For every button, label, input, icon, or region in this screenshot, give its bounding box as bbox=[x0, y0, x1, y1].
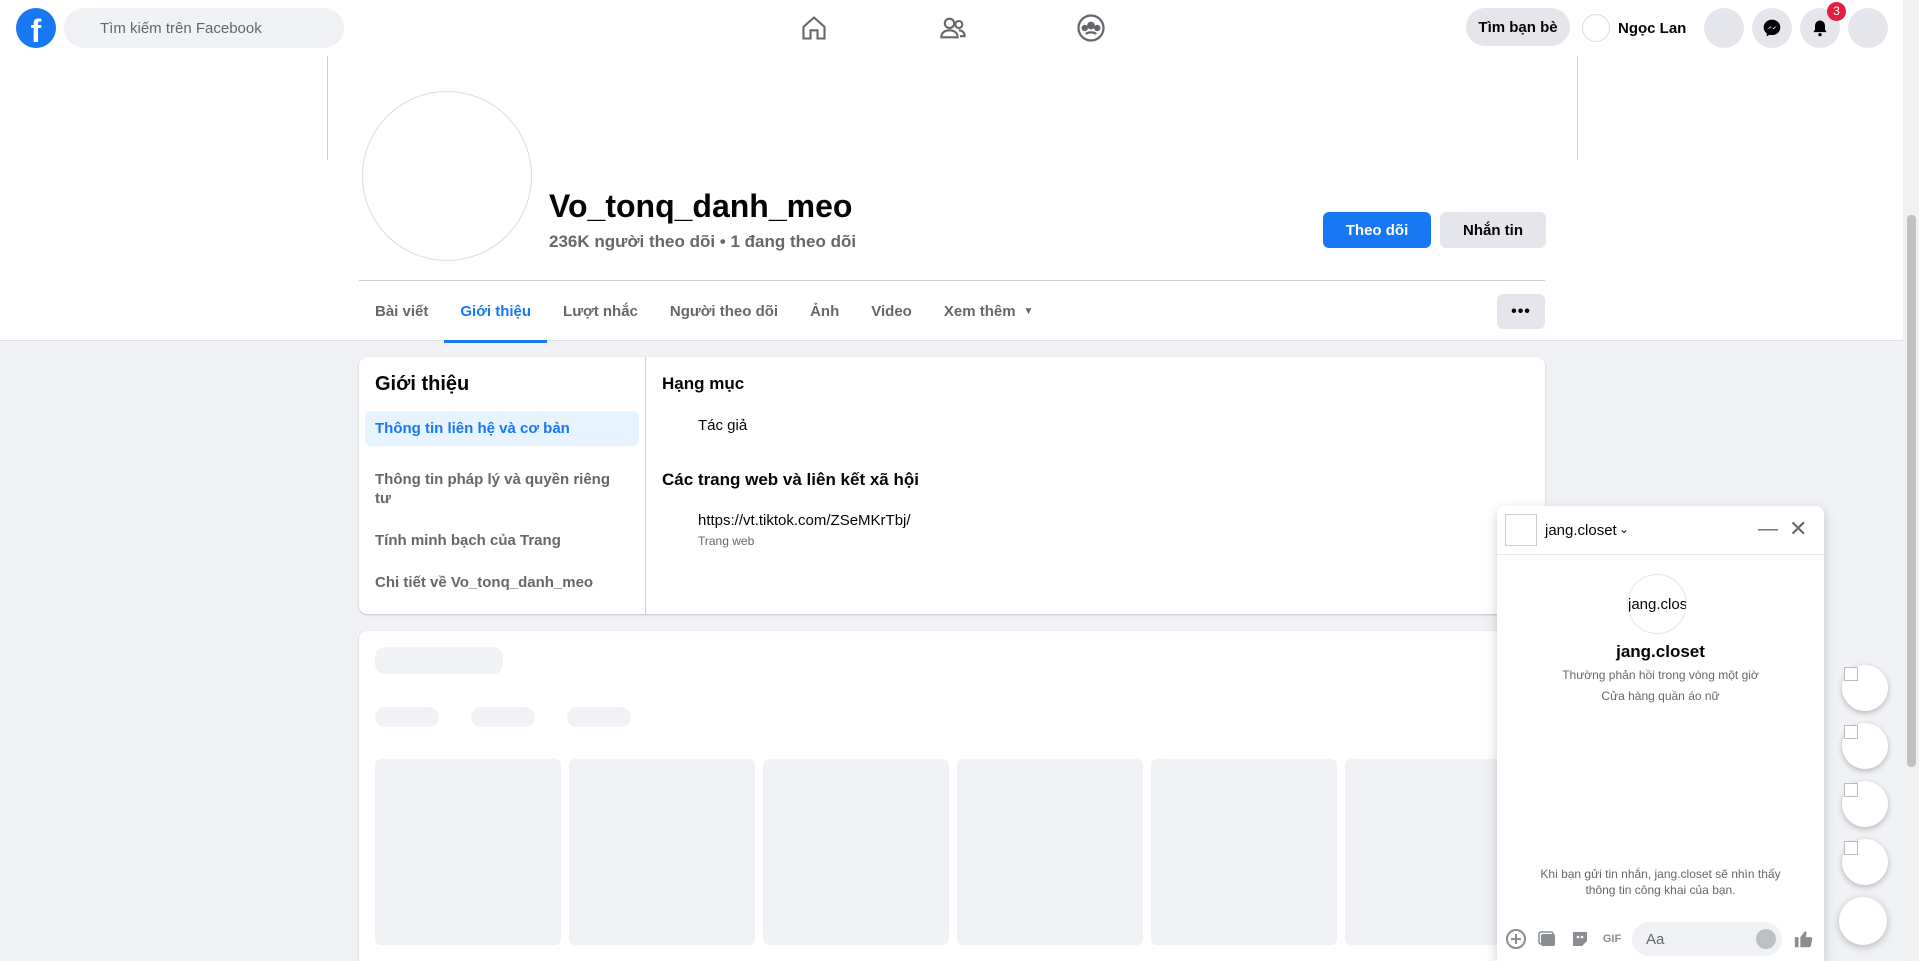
chat-window: jang.closet ⌄ — ✕ jang.clos jang.closet … bbox=[1497, 506, 1824, 961]
chat-name[interactable]: jang.closet bbox=[1545, 522, 1617, 539]
category-value: Tác giả bbox=[698, 417, 748, 434]
chat-head-avatar[interactable] bbox=[1842, 665, 1888, 711]
cover-border bbox=[327, 56, 328, 160]
chat-response-time: Thường phản hồi trong vòng một giờ bbox=[1562, 668, 1759, 682]
about-nav-contact[interactable]: Thông tin liên hệ và cơ bản bbox=[365, 411, 639, 446]
about-nav-details[interactable]: Chi tiết về Vo_tonq_danh_meo bbox=[365, 565, 639, 600]
emoji-icon[interactable] bbox=[1756, 929, 1776, 949]
new-message-button[interactable] bbox=[1839, 897, 1887, 945]
profile-name: Vo_tonq_danh_meo bbox=[549, 188, 853, 224]
category-icon bbox=[672, 415, 692, 435]
home-icon[interactable] bbox=[798, 12, 830, 44]
minimize-icon[interactable]: — bbox=[1758, 518, 1778, 541]
close-icon[interactable]: ✕ bbox=[1789, 516, 1807, 542]
chat-profile-avatar[interactable]: jang.clos bbox=[1627, 574, 1687, 634]
groups-icon[interactable] bbox=[1075, 12, 1107, 44]
chat-notice: Khi bạn gửi tin nhắn, jang.closet sẽ nhì… bbox=[1540, 867, 1781, 897]
friends-icon[interactable] bbox=[937, 12, 969, 44]
profile-avatar[interactable] bbox=[362, 91, 532, 261]
skeleton-tile bbox=[569, 759, 755, 945]
chat-message-input[interactable] bbox=[1632, 922, 1742, 956]
follow-button[interactable]: Theo dõi bbox=[1323, 212, 1431, 248]
about-nav-legal[interactable]: Thông tin pháp lý và quyền riêng tư bbox=[365, 462, 639, 516]
chat-head-avatar[interactable] bbox=[1842, 723, 1888, 769]
notifications-bell-icon[interactable]: 3 bbox=[1800, 2, 1846, 48]
chat-profile-name: jang.closet bbox=[1616, 642, 1705, 661]
skeleton-bar bbox=[375, 647, 503, 674]
search-box[interactable] bbox=[64, 8, 344, 48]
chat-avatar[interactable] bbox=[1505, 514, 1537, 546]
tab-mentions[interactable]: Lượt nhắc bbox=[547, 281, 654, 341]
category-title: Hạng mục bbox=[662, 374, 745, 393]
more-options-button[interactable]: ••• bbox=[1497, 294, 1545, 329]
message-button[interactable]: Nhắn tin bbox=[1440, 212, 1546, 248]
scrollbar-thumb[interactable] bbox=[1907, 215, 1916, 767]
skeleton-bar bbox=[567, 707, 631, 727]
like-thumb-icon[interactable] bbox=[1793, 928, 1815, 950]
profile-tabs: Bài viết Giới thiệu Lượt nhắc Người theo… bbox=[359, 281, 1050, 343]
skeleton-bar bbox=[471, 707, 535, 727]
user-name: Ngọc Lan bbox=[1618, 19, 1687, 37]
chat-input-box[interactable] bbox=[1632, 922, 1782, 956]
chat-description: Cửa hàng quần áo nữ bbox=[1601, 689, 1720, 703]
tab-followers[interactable]: Người theo dõi bbox=[654, 281, 794, 341]
about-title: Giới thiệu bbox=[375, 373, 470, 395]
skeleton-tile bbox=[957, 759, 1143, 945]
link-type: Trang web bbox=[698, 534, 755, 548]
chat-composer: GIF bbox=[1497, 916, 1824, 960]
photo-icon[interactable] bbox=[1537, 928, 1559, 950]
user-profile-chip[interactable]: Ngọc Lan bbox=[1582, 10, 1686, 46]
cover-border bbox=[1577, 56, 1578, 160]
sticker-icon[interactable] bbox=[1569, 928, 1591, 950]
plus-icon[interactable] bbox=[1505, 928, 1527, 950]
about-card: Giới thiệu Thông tin liên hệ và cơ bản T… bbox=[359, 357, 1545, 614]
skeleton-tile bbox=[375, 759, 561, 945]
skeleton-bar bbox=[375, 707, 439, 727]
gif-icon[interactable]: GIF bbox=[1601, 928, 1623, 950]
skeleton-tile bbox=[763, 759, 949, 945]
search-input[interactable] bbox=[64, 8, 344, 48]
caret-down-icon: ▼ bbox=[1023, 305, 1034, 317]
avatar bbox=[1582, 14, 1610, 42]
about-nav-transparency[interactable]: Tính minh bạch của Trang bbox=[365, 523, 639, 558]
skeleton-tile bbox=[1151, 759, 1337, 945]
loading-placeholder-card bbox=[359, 631, 1545, 961]
find-friends-button[interactable]: Tìm bạn bè bbox=[1466, 8, 1570, 46]
links-title: Các trang web và liên kết xã hội bbox=[662, 470, 919, 489]
chat-head-avatar[interactable] bbox=[1842, 839, 1888, 885]
menu-button[interactable] bbox=[1704, 8, 1744, 48]
tab-about[interactable]: Giới thiệu bbox=[444, 281, 547, 343]
website-link[interactable]: https://vt.tiktok.com/ZSeMKrTbj/ bbox=[698, 512, 911, 529]
link-icon bbox=[672, 507, 692, 527]
chat-header[interactable]: jang.closet ⌄ — ✕ bbox=[1497, 506, 1824, 555]
about-sidebar: Giới thiệu Thông tin liên hệ và cơ bản T… bbox=[359, 357, 646, 614]
tab-posts[interactable]: Bài viết bbox=[359, 281, 444, 341]
top-navbar: f Tìm bạn bè Ngọc Lan 3 bbox=[0, 0, 1903, 56]
chevron-down-icon[interactable]: ⌄ bbox=[1619, 522, 1629, 536]
notification-badge: 3 bbox=[1827, 2, 1846, 21]
tab-see-more[interactable]: Xem thêm ▼ bbox=[928, 281, 1050, 341]
tab-photos[interactable]: Ảnh bbox=[794, 281, 855, 341]
chat-head-avatar[interactable] bbox=[1842, 781, 1888, 827]
tab-videos[interactable]: Video bbox=[855, 281, 928, 341]
facebook-logo-icon[interactable]: f bbox=[16, 8, 56, 48]
profile-stats: 236K người theo dõi • 1 đang theo dõi bbox=[549, 232, 857, 251]
messenger-icon[interactable] bbox=[1752, 8, 1792, 48]
account-avatar[interactable] bbox=[1848, 8, 1888, 48]
